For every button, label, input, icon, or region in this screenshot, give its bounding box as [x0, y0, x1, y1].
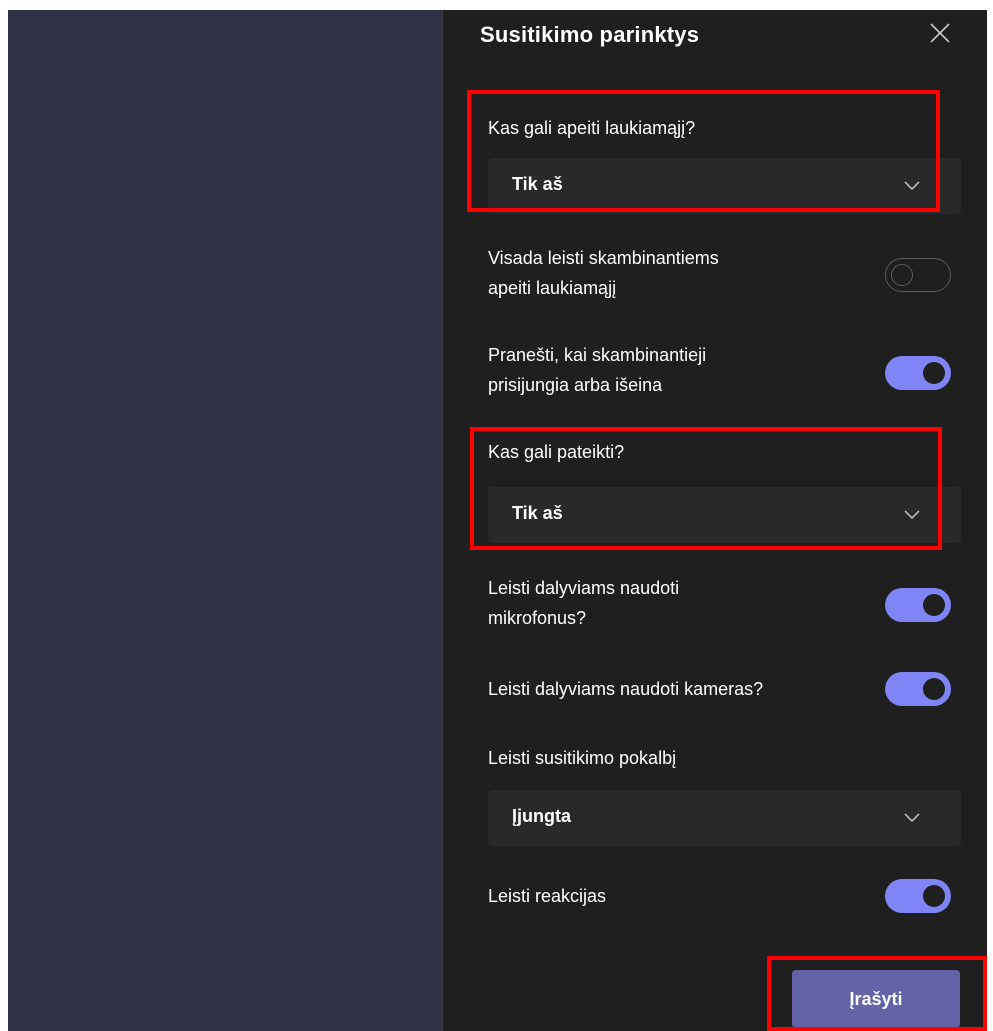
callers-bypass-label-line1: Visada leisti skambinantiems	[488, 248, 719, 268]
presenters-dropdown[interactable]: Tik aš	[488, 487, 961, 543]
toggle-knob	[923, 678, 945, 700]
meeting-stage-background	[8, 10, 442, 1031]
announce-label-line1: Pranešti, kai skambinantieji	[488, 345, 707, 365]
reactions-label: Leisti reakcijas	[488, 886, 607, 906]
chevron-down-icon	[904, 813, 920, 823]
chat-dropdown[interactable]: Įjungta	[488, 790, 961, 846]
callers-bypass-label: Visada leisti skambinantiems apeiti lauk…	[488, 243, 719, 303]
toggle-knob	[923, 362, 945, 384]
mics-label-line2: mikrofonus?	[488, 608, 587, 628]
cameras-toggle[interactable]	[885, 672, 951, 706]
presenters-label: Kas gali pateikti?	[488, 442, 625, 462]
toggle-knob	[891, 264, 913, 286]
toggle-knob	[923, 885, 945, 907]
chevron-down-icon	[904, 181, 920, 191]
chevron-down-icon	[904, 510, 920, 520]
panel-title: Susitikimo parinktys	[480, 22, 700, 47]
toggle-knob	[923, 594, 945, 616]
cameras-label: Leisti dalyviams naudoti kameras?	[488, 679, 764, 699]
lobby-bypass-selected: Tik aš	[512, 174, 563, 194]
save-button[interactable]: Įrašyti	[792, 970, 960, 1028]
chat-selected: Įjungta	[512, 806, 571, 826]
lobby-bypass-label: Kas gali apeiti laukiamąjį?	[488, 118, 696, 138]
announce-toggle[interactable]	[885, 356, 951, 390]
presenters-selected: Tik aš	[512, 503, 563, 523]
close-button[interactable]	[925, 18, 955, 48]
mics-label-line1: Leisti dalyviams naudoti	[488, 578, 680, 598]
mics-label: Leisti dalyviams naudoti mikrofonus?	[488, 573, 679, 633]
callers-bypass-label-line2: apeiti laukiamąjį	[488, 278, 617, 298]
close-icon	[930, 23, 950, 43]
screenshot-stage: Susitikimo parinktys Kas gali apeiti lau…	[0, 0, 993, 1031]
callers-bypass-toggle[interactable]	[885, 258, 951, 292]
announce-label: Pranešti, kai skambinantieji prisijungia…	[488, 340, 706, 400]
lobby-bypass-dropdown[interactable]: Tik aš	[488, 158, 961, 214]
announce-label-line2: prisijungia arba išeina	[488, 375, 663, 395]
chat-label: Leisti susitikimo pokalbį	[488, 748, 677, 768]
mics-toggle[interactable]	[885, 588, 951, 622]
reactions-toggle[interactable]	[885, 879, 951, 913]
